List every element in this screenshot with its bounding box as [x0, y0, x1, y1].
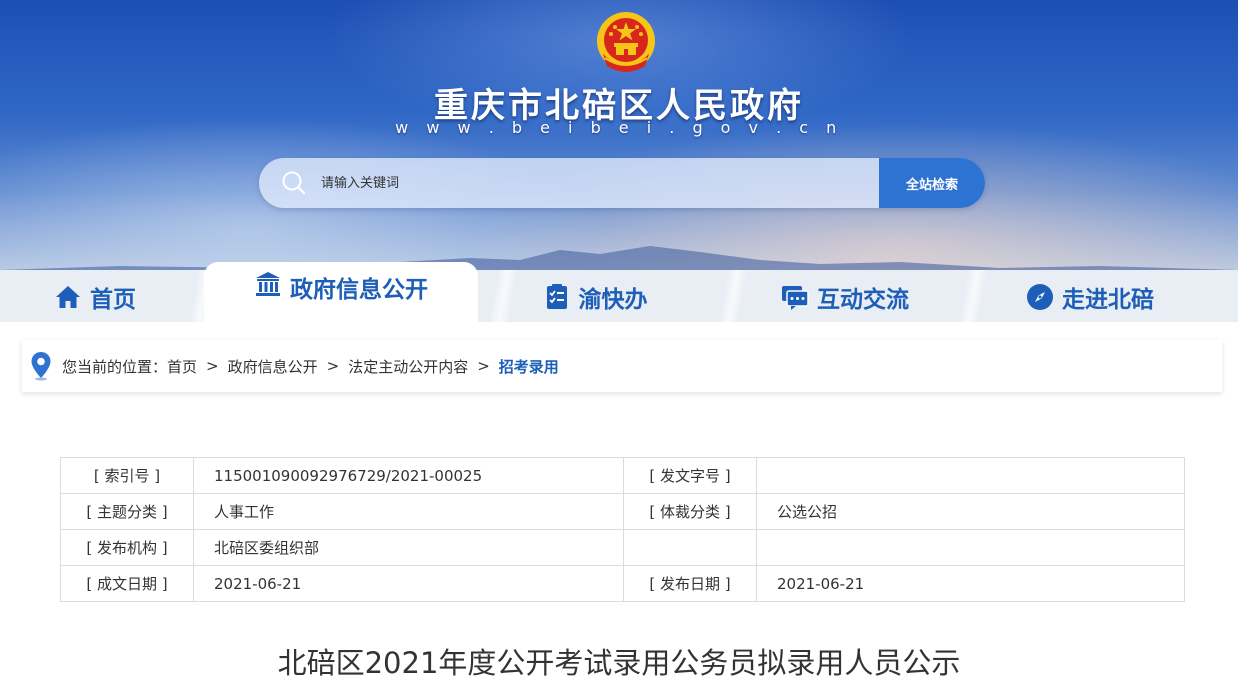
location-pin-icon	[31, 352, 51, 381]
publisher-label: [ 发布机构 ]	[60, 529, 194, 566]
home-icon	[56, 286, 80, 308]
empty-cell	[756, 529, 1185, 566]
publisher-value: 北碚区委组织部	[193, 529, 624, 566]
written-date-value: 2021-06-21	[193, 565, 624, 602]
chat-icon	[782, 286, 809, 310]
table-row: [ 成文日期 ] 2021-06-21 [ 发布日期 ] 2021-06-21	[60, 565, 1185, 602]
checklist-icon	[546, 284, 567, 309]
main-nav: 首页 政府信息公开 渝快办 互动交流 走进北碚	[0, 262, 1238, 324]
nav-item-label: 首页	[90, 287, 136, 313]
site-search-button[interactable]: 全站检索	[879, 158, 985, 208]
government-building-icon	[256, 272, 280, 296]
genre-label: [ 体裁分类 ]	[623, 493, 757, 530]
table-row: [ 索引号 ] 115001090092976729/2021-00025 [ …	[60, 457, 1185, 494]
table-row: [ 主题分类 ] 人事工作 [ 体裁分类 ] 公选公招	[60, 493, 1185, 530]
breadcrumb: 您当前的位置： 首页 > 政府信息公开 > 法定主动公开内容 > 招考录用	[22, 340, 1222, 392]
nav-item-yukuaiban[interactable]: 渝快办	[520, 270, 670, 324]
publish-date-label: [ 发布日期 ]	[623, 565, 757, 602]
nav-item-label: 走进北碚	[1062, 287, 1154, 313]
search-field-wrapper	[259, 158, 879, 208]
national-emblem-icon	[597, 12, 655, 72]
nav-item-interaction[interactable]: 互动交流	[760, 270, 930, 324]
breadcrumb-current[interactable]: 招考录用	[499, 356, 559, 377]
index-value: 115001090092976729/2021-00025	[193, 457, 624, 494]
nav-item-home[interactable]: 首页	[20, 270, 170, 324]
site-url: w w w . b e i b e i . g o v . c n	[395, 118, 843, 137]
table-row: [ 发布机构 ] 北碚区委组织部	[60, 529, 1185, 566]
breadcrumb-prefix: 您当前的位置：	[62, 357, 168, 376]
publish-date-value: 2021-06-21	[756, 565, 1185, 602]
topic-value: 人事工作	[193, 493, 624, 530]
nav-item-label: 渝快办	[578, 287, 648, 313]
breadcrumb-separator: >	[326, 357, 340, 375]
breadcrumb-link-home[interactable]: 首页	[167, 356, 197, 377]
breadcrumb-separator: >	[477, 357, 490, 375]
document-info-table: [ 索引号 ] 115001090092976729/2021-00025 [ …	[60, 457, 1185, 602]
breadcrumb-link-gov-info[interactable]: 政府信息公开	[228, 356, 318, 377]
doc-number-value	[756, 457, 1185, 494]
topic-label: [ 主题分类 ]	[60, 493, 194, 530]
nav-item-label: 政府信息公开	[290, 277, 428, 303]
empty-cell	[623, 529, 757, 566]
nav-item-label: 互动交流	[817, 287, 909, 313]
doc-number-label: [ 发文字号 ]	[623, 457, 757, 494]
nav-item-gov-info[interactable]: 政府信息公开	[204, 262, 478, 324]
search-input[interactable]	[321, 175, 879, 191]
breadcrumb-separator: >	[206, 357, 219, 375]
document-title: 北碚区2021年度公开考试录用公务员拟录用人员公示	[277, 646, 961, 680]
compass-icon	[1027, 284, 1053, 310]
breadcrumb-link-statutory[interactable]: 法定主动公开内容	[348, 356, 468, 377]
nav-item-about-beibei[interactable]: 走进北碚	[1010, 270, 1170, 324]
search-bar: 全站检索	[259, 158, 985, 208]
index-label: [ 索引号 ]	[60, 457, 194, 494]
genre-value: 公选公招	[756, 493, 1185, 530]
written-date-label: [ 成文日期 ]	[60, 565, 194, 602]
search-icon	[282, 171, 306, 195]
